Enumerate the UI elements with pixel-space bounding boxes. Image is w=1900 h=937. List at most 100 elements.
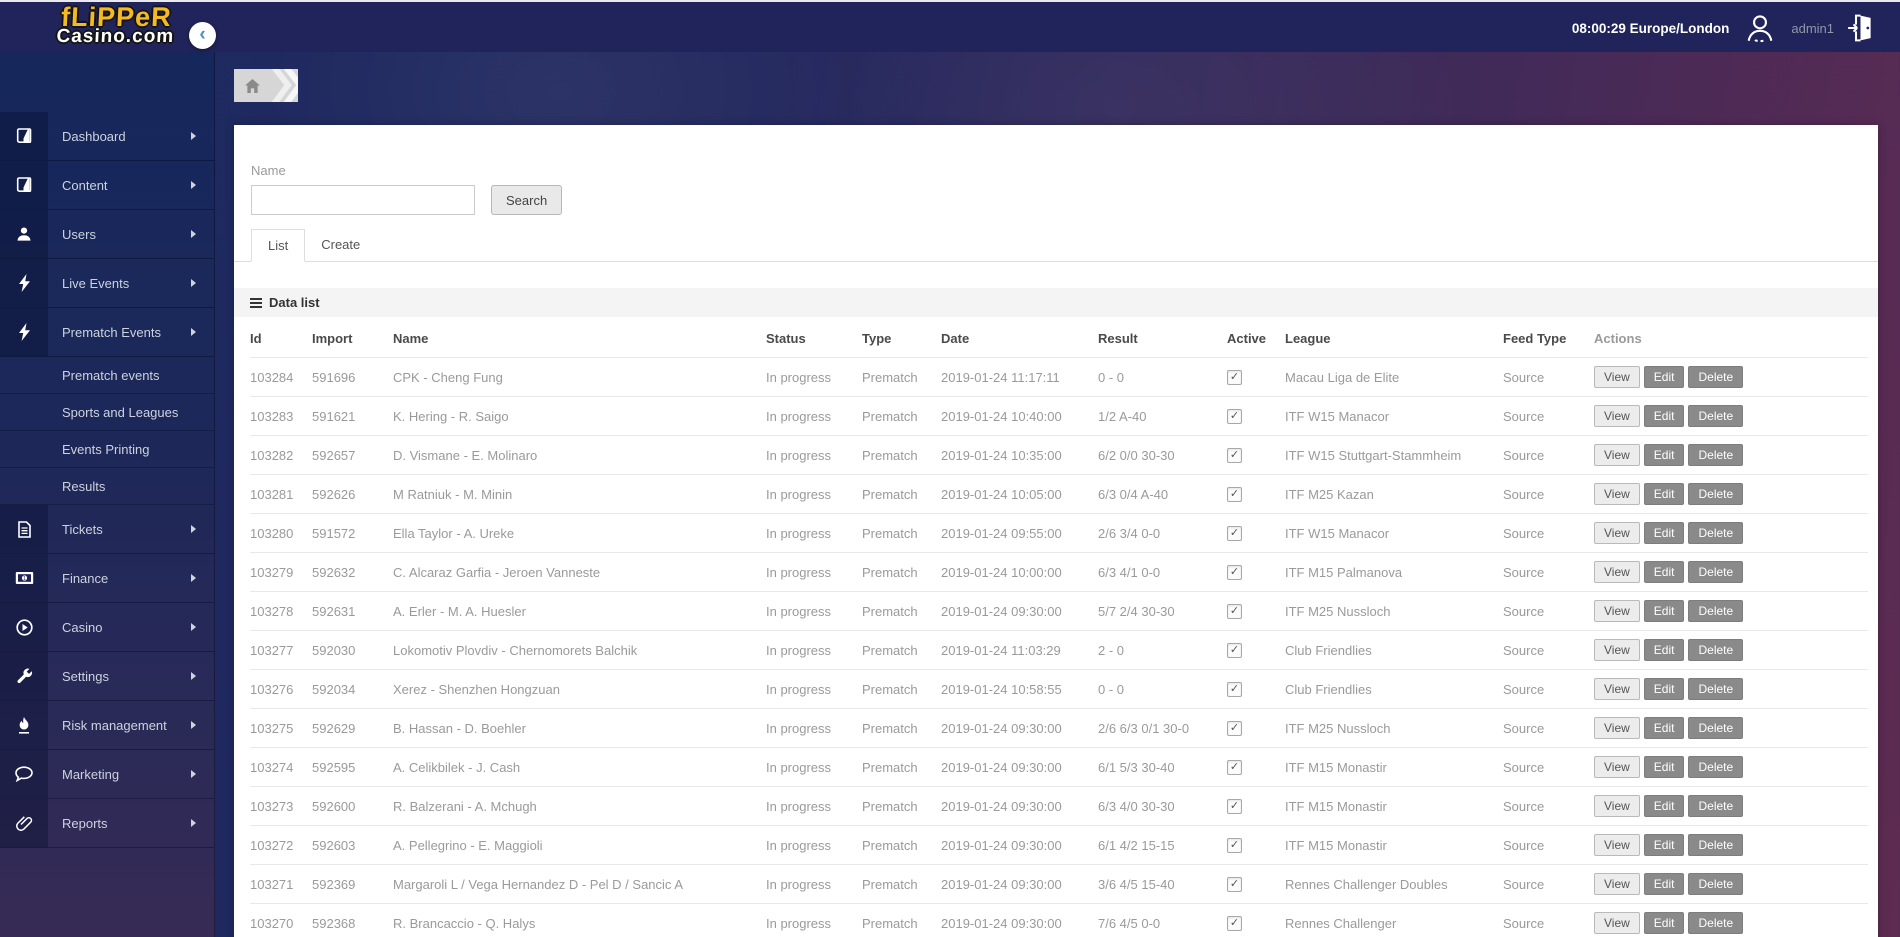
user-avatar-icon[interactable] bbox=[1742, 11, 1778, 45]
active-checkbox[interactable]: ✓ bbox=[1227, 408, 1242, 424]
edit-button[interactable]: Edit bbox=[1643, 483, 1685, 505]
delete-button[interactable]: Delete bbox=[1688, 600, 1744, 622]
delete-button[interactable]: Delete bbox=[1688, 717, 1744, 739]
active-checkbox[interactable]: ✓ bbox=[1227, 603, 1242, 619]
view-button[interactable]: View bbox=[1594, 717, 1640, 739]
table-row: 103272 592603 A. Pellegrino - E. Maggioli I… bbox=[250, 825, 1868, 865]
delete-button[interactable]: Delete bbox=[1688, 366, 1744, 388]
active-checkbox[interactable]: ✓ bbox=[1227, 798, 1242, 814]
view-button[interactable]: View bbox=[1594, 366, 1640, 388]
edit-button[interactable]: Edit bbox=[1643, 756, 1685, 778]
delete-button[interactable]: Delete bbox=[1688, 912, 1744, 935]
view-button[interactable]: View bbox=[1594, 639, 1640, 661]
view-button[interactable]: View bbox=[1594, 756, 1640, 778]
edit-button[interactable]: Edit bbox=[1643, 912, 1685, 935]
sidebar-subitem-sports-and-leagues[interactable]: Sports and Leagues bbox=[0, 394, 214, 431]
delete-button[interactable]: Delete bbox=[1688, 834, 1744, 856]
view-button[interactable]: View bbox=[1594, 678, 1640, 700]
delete-button[interactable]: Delete bbox=[1688, 795, 1744, 817]
view-button[interactable]: View bbox=[1594, 795, 1640, 817]
edit-button[interactable]: Edit bbox=[1643, 600, 1685, 622]
active-checkbox[interactable]: ✓ bbox=[1227, 837, 1242, 853]
sidebar-subitem-results[interactable]: Results bbox=[0, 468, 214, 505]
active-checkbox[interactable]: ✓ bbox=[1227, 447, 1242, 463]
delete-button[interactable]: Delete bbox=[1688, 522, 1744, 544]
delete-button[interactable]: Delete bbox=[1688, 561, 1744, 583]
edit-button[interactable]: Edit bbox=[1643, 561, 1685, 583]
cell-name: C. Alcaraz Garfia - Jeroen Vanneste bbox=[393, 552, 766, 592]
edit-button[interactable]: Edit bbox=[1643, 405, 1685, 427]
delete-button[interactable]: Delete bbox=[1688, 444, 1744, 466]
edit-button[interactable]: Edit bbox=[1643, 639, 1685, 661]
sidebar-item-settings[interactable]: Settings bbox=[0, 652, 214, 701]
cell-feed-type: Source bbox=[1503, 786, 1594, 826]
edit-button[interactable]: Edit bbox=[1643, 834, 1685, 856]
sidebar-item-reports[interactable]: Reports bbox=[0, 799, 214, 848]
sidebar-item-tickets[interactable]: Tickets bbox=[0, 505, 214, 554]
active-checkbox[interactable]: ✓ bbox=[1227, 915, 1242, 931]
home-icon[interactable] bbox=[245, 78, 260, 93]
sidebar-item-finance[interactable]: 1 Finance bbox=[0, 554, 214, 603]
view-button[interactable]: View bbox=[1594, 483, 1640, 505]
delete-button[interactable]: Delete bbox=[1688, 405, 1744, 427]
casino-logo[interactable]: fLiPPeR Casino.com bbox=[35, 2, 197, 47]
delete-button[interactable]: Delete bbox=[1688, 639, 1744, 661]
cell-league: ITF W15 Manacor bbox=[1285, 513, 1503, 553]
tab-create[interactable]: Create bbox=[305, 229, 376, 262]
search-button[interactable]: Search bbox=[491, 185, 563, 215]
sidebar-subitem-prematch-events[interactable]: Prematch events bbox=[0, 357, 214, 394]
edit-button[interactable]: Edit bbox=[1643, 444, 1685, 466]
sidebar-item-marketing[interactable]: Marketing bbox=[0, 750, 214, 799]
sidebar-item-content[interactable]: Content bbox=[0, 161, 214, 210]
active-checkbox[interactable]: ✓ bbox=[1227, 369, 1242, 385]
name-filter-input[interactable] bbox=[251, 185, 475, 215]
sidebar-item-prematch-events[interactable]: Prematch Events bbox=[0, 308, 214, 357]
sidebar-item-live-events[interactable]: Live Events bbox=[0, 259, 214, 308]
active-checkbox[interactable]: ✓ bbox=[1227, 486, 1242, 502]
view-button[interactable]: View bbox=[1594, 522, 1640, 544]
sidebar-subitem-events-printing[interactable]: Events Printing bbox=[0, 431, 214, 468]
edit-button[interactable]: Edit bbox=[1643, 366, 1685, 388]
edit-button[interactable]: Edit bbox=[1643, 522, 1685, 544]
active-checkbox[interactable]: ✓ bbox=[1227, 876, 1242, 892]
view-button[interactable]: View bbox=[1594, 912, 1640, 935]
cell-date: 2019-01-24 10:00:00 bbox=[941, 552, 1098, 592]
active-checkbox[interactable]: ✓ bbox=[1227, 564, 1242, 580]
cell-date: 2019-01-24 09:30:00 bbox=[941, 864, 1098, 904]
view-button[interactable]: View bbox=[1594, 873, 1640, 895]
sidebar-item-users[interactable]: Users bbox=[0, 210, 214, 259]
sidebar-item-label: Live Events bbox=[62, 275, 130, 291]
cell-type: Prematch bbox=[862, 630, 941, 670]
row-actions: View Edit Delete bbox=[1594, 522, 1868, 544]
active-checkbox[interactable]: ✓ bbox=[1227, 642, 1242, 658]
top-header-bar: fLiPPeR Casino.com 08:00:29 Europe/Londo… bbox=[0, 0, 1900, 52]
sidebar-item-casino[interactable]: Casino bbox=[0, 603, 214, 652]
flame-icon bbox=[0, 701, 48, 749]
view-button[interactable]: View bbox=[1594, 405, 1640, 427]
active-checkbox[interactable]: ✓ bbox=[1227, 759, 1242, 775]
sidebar-item-risk-management[interactable]: Risk management bbox=[0, 701, 214, 750]
edit-button[interactable]: Edit bbox=[1643, 717, 1685, 739]
delete-button[interactable]: Delete bbox=[1688, 678, 1744, 700]
sidebar-item-dashboard[interactable]: Dashboard bbox=[0, 112, 214, 161]
view-button[interactable]: View bbox=[1594, 600, 1640, 622]
delete-button[interactable]: Delete bbox=[1688, 483, 1744, 505]
active-checkbox[interactable]: ✓ bbox=[1227, 681, 1242, 697]
logged-in-username[interactable]: admin1 bbox=[1791, 21, 1834, 36]
sidebar-collapse-button[interactable]: ‹ bbox=[189, 22, 216, 49]
edit-button[interactable]: Edit bbox=[1643, 678, 1685, 700]
active-checkbox[interactable]: ✓ bbox=[1227, 720, 1242, 736]
view-button[interactable]: View bbox=[1594, 444, 1640, 466]
cell-league: Club Friendlies bbox=[1285, 630, 1503, 670]
tab-list[interactable]: List bbox=[251, 229, 306, 262]
delete-button[interactable]: Delete bbox=[1688, 873, 1744, 895]
delete-button[interactable]: Delete bbox=[1688, 756, 1744, 778]
edit-button[interactable]: Edit bbox=[1643, 795, 1685, 817]
breadcrumb[interactable] bbox=[234, 69, 298, 102]
edit-button[interactable]: Edit bbox=[1643, 873, 1685, 895]
view-button[interactable]: View bbox=[1594, 834, 1640, 856]
logout-door-icon[interactable] bbox=[1847, 13, 1874, 43]
view-button[interactable]: View bbox=[1594, 561, 1640, 583]
wrench-icon bbox=[0, 652, 48, 700]
active-checkbox[interactable]: ✓ bbox=[1227, 525, 1242, 541]
